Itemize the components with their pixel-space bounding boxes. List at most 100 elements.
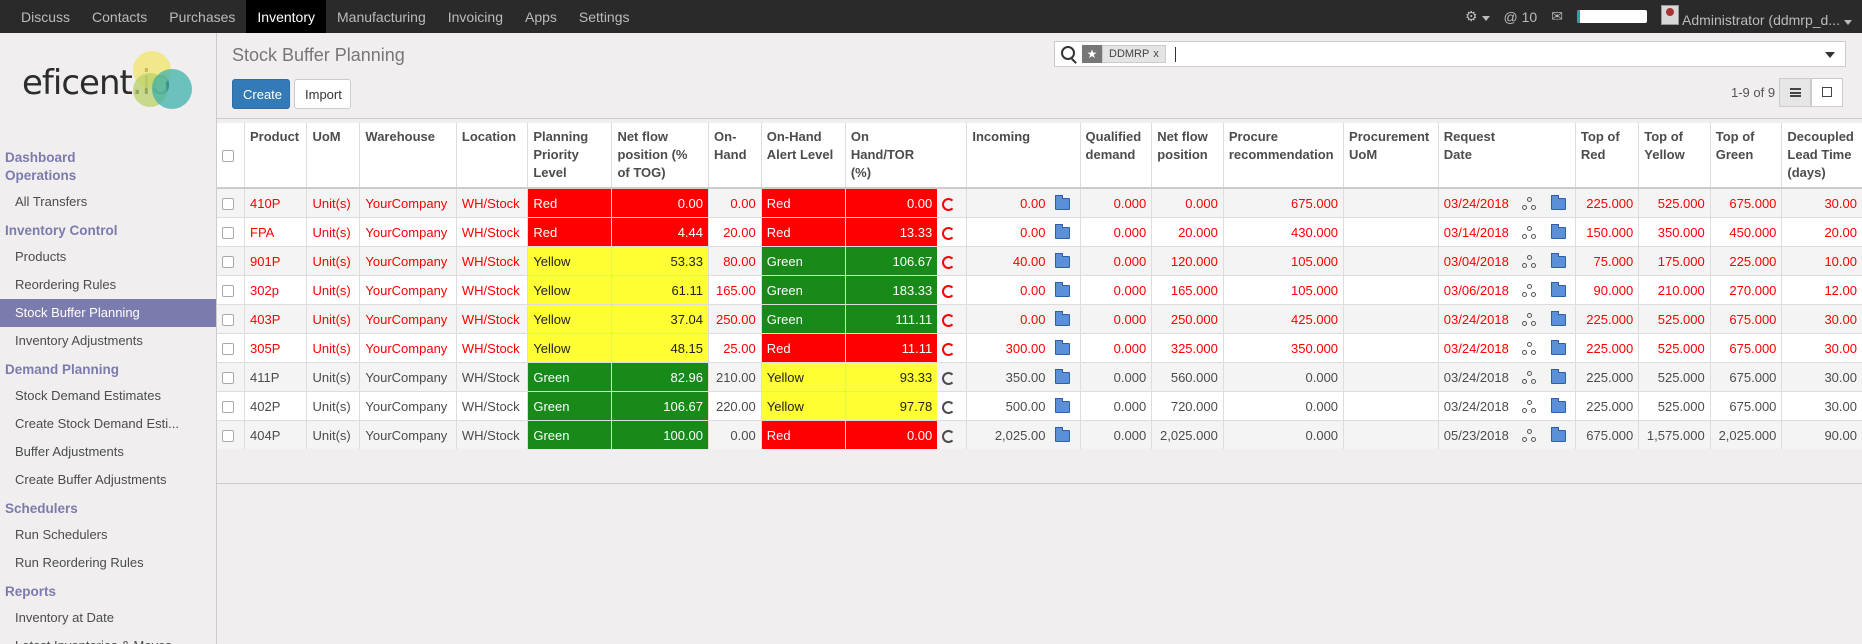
table-row[interactable]: FPA Unit(s) YourCompany WH/Stock Red 4.44 20.0… [217,217,1862,247]
sidebar-item[interactable]: All Transfers [0,188,216,216]
open-record-cell[interactable] [1050,420,1081,449]
refresh-icon[interactable] [942,371,956,385]
row-checkbox[interactable] [222,401,234,414]
list-view-button[interactable] [1779,78,1811,107]
sidebar-item[interactable]: Buffer Adjustments [0,438,216,466]
folder-icon[interactable] [1550,427,1566,443]
graph-cell[interactable] [1516,217,1546,247]
open-record-cell[interactable] [1545,187,1576,218]
network-icon[interactable] [1521,341,1536,356]
table-row[interactable]: 305P Unit(s) YourCompany WH/Stock Yellow 48.1… [217,333,1862,363]
folder-icon[interactable] [1550,253,1566,269]
row-checkbox-cell[interactable] [217,217,245,247]
table-row[interactable]: 302p Unit(s) YourCompany WH/Stock Yellow 61.1… [217,275,1862,305]
table-row[interactable]: 410P Unit(s) YourCompany WH/Stock Red 0.00 0.0… [217,187,1862,218]
mentions-counter[interactable]: @ 10 [1504,9,1538,25]
table-row[interactable]: 411P Unit(s) YourCompany WH/Stock Green 82.96… [217,362,1862,392]
network-icon[interactable] [1521,225,1536,240]
refresh-cell[interactable] [937,333,967,363]
open-record-cell[interactable] [1545,304,1576,334]
refresh-cell[interactable] [937,391,967,421]
column-header[interactable]: On-Hand Alert Level [760,123,846,189]
column-header[interactable]: Net flow position [1151,123,1224,189]
column-header[interactable]: Top of Green [1709,123,1782,189]
column-header[interactable]: Procure recommendation [1222,123,1344,189]
open-record-cell[interactable] [1545,333,1576,363]
column-header[interactable]: Warehouse [359,123,457,189]
folder-icon[interactable] [1550,340,1566,356]
open-record-cell[interactable] [1545,246,1576,276]
open-record-cell[interactable] [1545,217,1576,247]
refresh-cell[interactable] [937,420,967,449]
menu-item-contacts[interactable]: Contacts [81,0,158,33]
folder-icon[interactable] [1055,253,1071,269]
checkbox[interactable] [222,149,234,162]
column-header[interactable]: On Hand/TOR (%) [844,123,938,189]
open-record-cell[interactable] [1050,333,1081,363]
user-menu[interactable]: Administrator (ddmrp_d... [1660,5,1852,28]
folder-icon[interactable] [1550,398,1566,414]
row-checkbox-cell[interactable] [217,362,245,392]
graph-cell[interactable] [1516,275,1546,305]
folder-icon[interactable] [1055,340,1071,356]
folder-icon[interactable] [1055,224,1071,240]
column-header[interactable]: Planning Priority Level [527,123,612,189]
import-button[interactable]: Import [294,79,351,109]
table-row[interactable]: 402P Unit(s) YourCompany WH/Stock Green 106.6… [217,391,1862,421]
open-record-cell[interactable] [1545,391,1576,421]
sidebar-item[interactable]: Stock Buffer Planning [0,299,216,327]
column-header[interactable]: Top of Yellow [1638,123,1711,189]
graph-cell[interactable] [1516,246,1546,276]
menu-item-apps[interactable]: Apps [514,0,568,33]
select-all-checkbox[interactable] [217,123,245,189]
open-record-cell[interactable] [1050,217,1081,247]
refresh-cell[interactable] [937,187,967,218]
row-checkbox-cell[interactable] [217,333,245,363]
form-view-button[interactable] [1811,78,1843,107]
row-checkbox[interactable] [222,227,234,240]
column-header[interactable]: Procurement UoM [1343,123,1439,189]
menu-item-discuss[interactable]: Discuss [10,0,81,33]
search-facet[interactable]: ★ DDMRP x [1082,45,1166,63]
sidebar-item[interactable]: Run Schedulers [0,521,216,549]
open-record-cell[interactable] [1050,187,1081,218]
table-row[interactable]: 403P Unit(s) YourCompany WH/Stock Yellow 37.0… [217,304,1862,334]
refresh-cell[interactable] [937,304,967,334]
refresh-icon[interactable] [942,255,956,269]
row-checkbox[interactable] [222,256,234,269]
row-checkbox-cell[interactable] [217,304,245,334]
column-header[interactable] [1516,123,1546,189]
search-options-dropdown-icon[interactable] [1825,52,1835,58]
sidebar-item[interactable]: Create Stock Demand Esti... [0,410,216,438]
sidebar-item[interactable]: Inventory Adjustments [0,327,216,355]
open-record-cell[interactable] [1050,275,1081,305]
refresh-cell[interactable] [937,217,967,247]
refresh-icon[interactable] [942,284,956,298]
folder-icon[interactable] [1055,195,1071,211]
column-header[interactable]: Request Date [1437,123,1517,189]
row-checkbox-cell[interactable] [217,275,245,305]
row-checkbox-cell[interactable] [217,246,245,276]
row-checkbox[interactable] [222,372,234,385]
folder-icon[interactable] [1055,282,1071,298]
row-checkbox-cell[interactable] [217,420,245,449]
sidebar-item[interactable]: Reordering Rules [0,271,216,299]
menu-item-invoicing[interactable]: Invoicing [437,0,514,33]
graph-cell[interactable] [1516,420,1546,449]
column-header[interactable]: Qualified demand [1079,123,1152,189]
open-record-cell[interactable] [1545,420,1576,449]
sidebar-item[interactable]: Create Buffer Adjustments [0,466,216,494]
row-checkbox[interactable] [222,314,234,327]
folder-icon[interactable] [1550,282,1566,298]
menu-item-settings[interactable]: Settings [568,0,641,33]
column-header[interactable]: Decoupled Lead Time (days) [1781,123,1862,189]
network-icon[interactable] [1521,196,1536,211]
refresh-icon[interactable] [942,342,956,356]
sidebar-item[interactable]: Run Reordering Rules [0,549,216,577]
column-header[interactable] [1545,123,1576,189]
sidebar-item[interactable]: Inventory at Date [0,604,216,632]
folder-icon[interactable] [1055,427,1071,443]
graph-cell[interactable] [1516,333,1546,363]
open-record-cell[interactable] [1545,275,1576,305]
menu-item-inventory[interactable]: Inventory [246,0,327,33]
